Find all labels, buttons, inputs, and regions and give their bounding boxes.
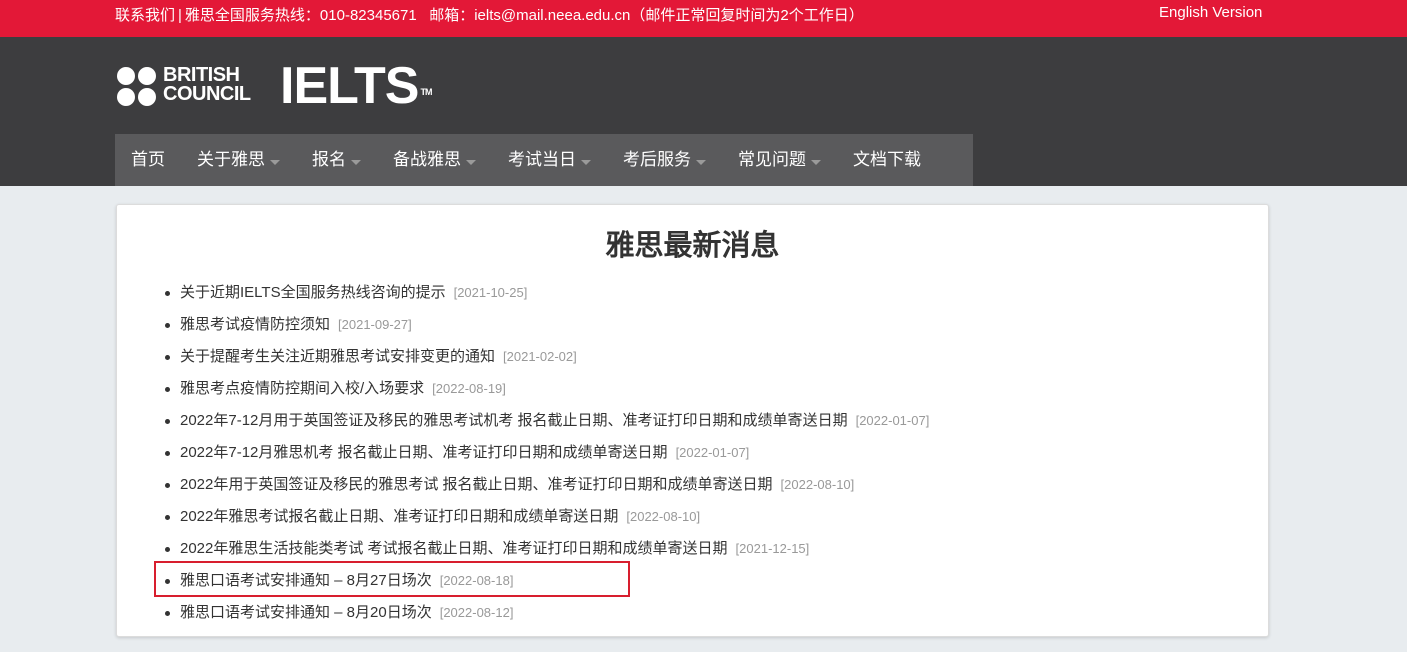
news-item: 关于近期IELTS全国服务热线咨询的提示 [2021-10-25] — [165, 277, 929, 309]
nav-item-label: 关于雅思 — [197, 150, 265, 169]
news-item: 2022年雅思考试报名截止日期、准考证打印日期和成绩单寄送日期 [2022-08-… — [165, 501, 929, 533]
news-item: 2022年用于英国签证及移民的雅思考试 报名截止日期、准考证打印日期和成绩单寄送… — [165, 469, 929, 501]
news-item: 雅思考点疫情防控期间入校/入场要求 [2022-08-19] — [165, 373, 929, 405]
hotline-text: 雅思全国服务热线：010-82345671 — [184, 7, 417, 24]
page-title: 雅思最新消息 — [605, 230, 780, 262]
news-item: 雅思口语考试安排通知 – 8月27日场次 [2022-08-18] — [165, 565, 929, 597]
caret-down-icon — [351, 160, 361, 166]
nav-item-faq[interactable]: 常见问题 — [722, 134, 837, 186]
bullet-icon — [165, 483, 170, 488]
news-date: [2021-09-27] — [338, 317, 412, 332]
news-date: [2022-08-18] — [439, 573, 514, 588]
contact-info: 联系我们 | 雅思全国服务热线：010-82345671 邮箱：ielts@mail… — [115, 4, 864, 25]
bullet-icon — [165, 291, 170, 296]
news-link[interactable]: 雅思口语考试安排通知 – 8月20日场次 — [180, 604, 432, 621]
ielts-logo[interactable]: IELTS TM — [280, 56, 432, 116]
news-date: [2022-08-19] — [432, 381, 506, 396]
british-council-wordmark: BRITISH COUNCIL — [163, 64, 251, 105]
nav-item-registration[interactable]: 报名 — [296, 134, 377, 186]
news-date: [2022-01-07] — [855, 413, 930, 428]
latest-news-panel: 雅思最新消息 关于近期IELTS全国服务热线咨询的提示 [2021-10-25] 雅… — [116, 204, 1269, 637]
news-item: 雅思考试疫情防控须知 [2021-09-27] — [165, 309, 929, 341]
english-version-link[interactable]: English Version — [1159, 4, 1262, 21]
nav-item-after-test[interactable]: 考后服务 — [607, 134, 722, 186]
bullet-icon — [165, 515, 170, 520]
bullet-icon — [165, 355, 170, 360]
british-council-dots-icon — [117, 67, 157, 107]
nav-item-label: 考试当日 — [508, 150, 576, 169]
topbar-separator: | — [178, 7, 182, 24]
news-link[interactable]: 2022年7-12月用于英国签证及移民的雅思考试机考 报名截止日期、准考证打印日… — [180, 412, 848, 429]
news-link[interactable]: 雅思考点疫情防控期间入校/入场要求 — [180, 380, 424, 397]
ielts-trademark: TM — [420, 87, 432, 97]
nav-item-prepare[interactable]: 备战雅思 — [377, 134, 492, 186]
news-item: 2022年7-12月雅思机考 报名截止日期、准考证打印日期和成绩单寄送日期 [20… — [165, 437, 929, 469]
caret-down-icon — [696, 160, 706, 166]
news-date: [2022-01-07] — [675, 445, 750, 460]
contact-us-link[interactable]: 联系我们 — [115, 7, 175, 24]
news-link[interactable]: 关于近期IELTS全国服务热线咨询的提示 — [180, 284, 446, 301]
nav-item-label: 备战雅思 — [393, 150, 461, 169]
news-date: [2021-10-25] — [453, 285, 528, 300]
bullet-icon — [165, 323, 170, 328]
bullet-icon — [165, 451, 170, 456]
nav-item-test-day[interactable]: 考试当日 — [492, 134, 607, 186]
nav-item-label: 考后服务 — [623, 150, 691, 169]
email-reply-note: （邮件正常回复时间为2个工作日） — [630, 7, 864, 24]
nav-item-home[interactable]: 首页 — [115, 134, 181, 186]
news-date: [2021-02-02] — [503, 349, 577, 364]
top-utility-bar: 联系我们 | 雅思全国服务热线：010-82345671 邮箱：ielts@mail… — [0, 0, 1407, 37]
news-list: 关于近期IELTS全国服务热线咨询的提示 [2021-10-25] 雅思考试疫情防控… — [165, 277, 929, 629]
bullet-icon — [165, 387, 170, 392]
news-link[interactable]: 2022年雅思考试报名截止日期、准考证打印日期和成绩单寄送日期 — [180, 508, 618, 525]
news-link[interactable]: 2022年7-12月雅思机考 报名截止日期、准考证打印日期和成绩单寄送日期 — [180, 444, 668, 461]
news-item: 2022年雅思生活技能类考试 考试报名截止日期、准考证打印日期和成绩单寄送日期 [… — [165, 533, 929, 565]
caret-down-icon — [581, 160, 591, 166]
nav-item-label: 常见问题 — [738, 150, 806, 169]
email-link[interactable]: ielts@mail.neea.edu.cn — [474, 7, 630, 24]
bullet-icon — [165, 419, 170, 424]
news-item: 关于提醒考生关注近期雅思考试安排变更的通知 [2021-02-02] — [165, 341, 929, 373]
news-link[interactable]: 2022年用于英国签证及移民的雅思考试 报名截止日期、准考证打印日期和成绩单寄送… — [180, 476, 773, 493]
british-council-logo[interactable]: BRITISH COUNCIL — [117, 65, 262, 109]
news-link[interactable]: 关于提醒考生关注近期雅思考试安排变更的通知 — [180, 348, 495, 365]
nav-item-label: 报名 — [312, 150, 346, 169]
bullet-icon — [165, 579, 170, 584]
news-link[interactable]: 雅思考试疫情防控须知 — [180, 316, 330, 333]
news-date: [2022-08-10] — [626, 509, 701, 524]
news-date: [2021-12-15] — [735, 541, 810, 556]
caret-down-icon — [811, 160, 821, 166]
nav-item-about-ielts[interactable]: 关于雅思 — [181, 134, 296, 186]
news-link[interactable]: 2022年雅思生活技能类考试 考试报名截止日期、准考证打印日期和成绩单寄送日期 — [180, 540, 728, 557]
nav-item-label: 首页 — [131, 150, 165, 169]
news-item: 2022年7-12月用于英国签证及移民的雅思考试机考 报名截止日期、准考证打印日… — [165, 405, 929, 437]
nav-item-label: 文档下载 — [853, 150, 921, 169]
main-navigation: 首页 关于雅思 报名 备战雅思 考试当日 考后服务 常见问题 文档下载 — [115, 134, 973, 186]
news-link[interactable]: 雅思口语考试安排通知 – 8月27日场次 — [180, 572, 432, 589]
news-date: [2022-08-10] — [780, 477, 855, 492]
bullet-icon — [165, 547, 170, 552]
nav-item-downloads[interactable]: 文档下载 — [837, 134, 937, 186]
news-item: 雅思口语考试安排通知 – 8月20日场次 [2022-08-12] — [165, 597, 929, 629]
news-date: [2022-08-12] — [439, 605, 514, 620]
caret-down-icon — [270, 160, 280, 166]
bullet-icon — [165, 611, 170, 616]
email-label: 邮箱： — [429, 7, 475, 24]
site-header: BRITISH COUNCIL IELTS TM 首页 关于雅思 报名 备战雅思 考试当日 考… — [0, 37, 1407, 186]
caret-down-icon — [466, 160, 476, 166]
